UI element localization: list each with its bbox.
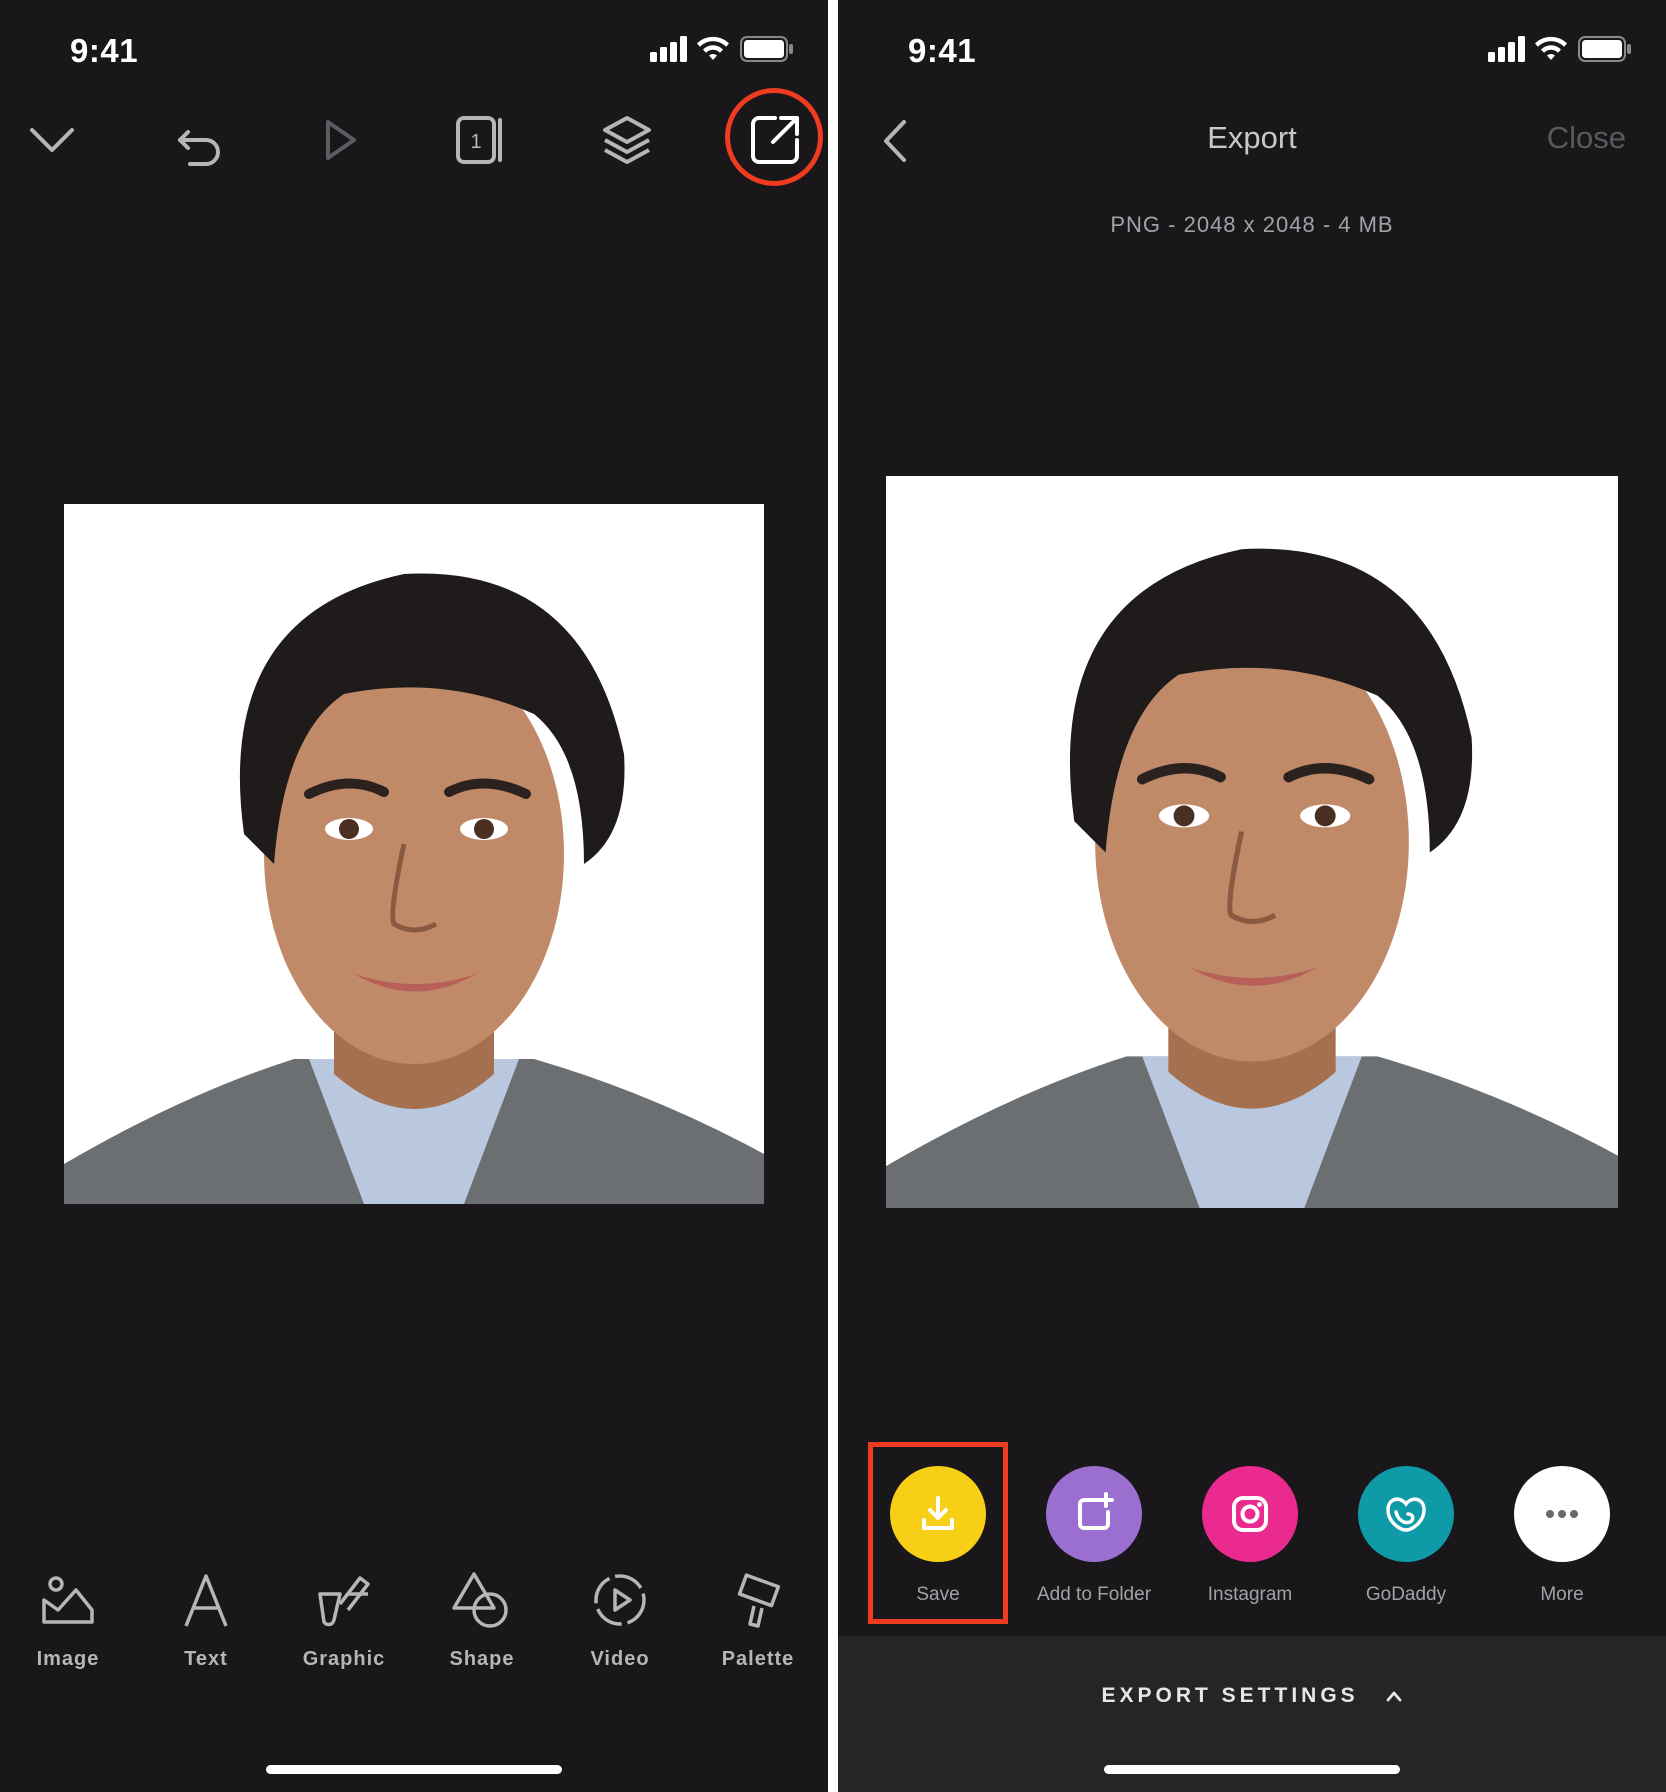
share-label: Instagram <box>1207 1584 1293 1605</box>
instagram-circle <box>1202 1466 1298 1562</box>
tool-label: Image <box>36 1648 100 1670</box>
status-icons <box>1488 36 1638 64</box>
home-indicator[interactable] <box>1104 1765 1400 1774</box>
share-label: More <box>1540 1584 1584 1605</box>
tool-label: Graphic <box>302 1648 386 1670</box>
status-time: 9:41 <box>70 32 139 69</box>
godaddy-circle <box>1358 1466 1454 1562</box>
image-icon <box>42 1576 94 1624</box>
add-folder-circle <box>1046 1466 1142 1562</box>
export-file-info: PNG - 2048 x 2048 - 4 MB <box>1110 212 1394 237</box>
export-settings-toggle[interactable]: EXPORT SETTINGS <box>838 1684 1666 1708</box>
tool-label: Text <box>184 1648 228 1670</box>
export-settings-bar[interactable]: EXPORT SETTINGS <box>838 1636 1666 1792</box>
palette-icon <box>737 1573 781 1628</box>
save-highlight-box <box>868 1442 1008 1624</box>
tool-palette[interactable]: Palette <box>698 1570 818 1671</box>
tool-image[interactable]: Image <box>8 1570 128 1671</box>
more-circle <box>1514 1466 1610 1562</box>
tool-graphic[interactable]: Graphic <box>284 1570 404 1671</box>
export-screen: 9:41 Export Close PNG - 2048 x 2048 - 4 … <box>838 0 1666 1792</box>
page-title: Export <box>1207 120 1297 155</box>
status-time: 9:41 <box>908 32 977 69</box>
battery-icon <box>740 36 793 62</box>
canvas-photo[interactable] <box>64 504 764 1204</box>
chevron-up-icon <box>1386 1692 1401 1702</box>
portrait-image <box>64 504 764 1204</box>
shape-icon <box>452 1572 508 1628</box>
share-instagram-button[interactable]: Instagram <box>1180 1466 1320 1606</box>
wifi-icon <box>1535 36 1567 60</box>
tool-text[interactable]: Text <box>146 1570 266 1671</box>
share-label: GoDaddy <box>1365 1584 1447 1605</box>
status-icons <box>650 36 800 64</box>
more-icon <box>1546 1510 1578 1518</box>
battery-icon <box>1578 36 1631 62</box>
export-highlight-circle <box>725 88 823 186</box>
share-add-to-folder-button[interactable]: Add to Folder <box>1024 1466 1164 1606</box>
tool-label: Video <box>590 1648 650 1670</box>
tool-label: Shape <box>449 1648 515 1670</box>
text-icon <box>184 1574 228 1627</box>
share-label: Add to Folder <box>1036 1584 1152 1605</box>
home-indicator[interactable] <box>266 1765 562 1774</box>
play-icon[interactable] <box>310 112 370 168</box>
share-godaddy-button[interactable]: GoDaddy <box>1336 1466 1476 1606</box>
wifi-icon <box>697 36 729 60</box>
pages-count: 1 <box>470 131 481 153</box>
tool-label: Palette <box>721 1648 795 1670</box>
export-settings-label: EXPORT SETTINGS <box>1101 1684 1359 1707</box>
signal-icon <box>650 36 687 62</box>
editor-screen: 9:41 1 Image Text Graphic Shape Video Pa… <box>0 0 828 1792</box>
pages-icon[interactable]: 1 <box>450 112 510 168</box>
layers-icon[interactable] <box>597 112 657 168</box>
export-preview <box>886 476 1618 1208</box>
video-icon <box>594 1574 646 1626</box>
portrait-image <box>886 476 1618 1208</box>
tool-video[interactable]: Video <box>560 1570 680 1671</box>
share-more-button[interactable]: More <box>1492 1466 1632 1606</box>
graphic-icon <box>318 1576 370 1627</box>
signal-icon <box>1488 36 1525 62</box>
undo-icon[interactable] <box>170 112 230 168</box>
godaddy-icon <box>1386 1497 1426 1532</box>
instagram-icon <box>1232 1496 1268 1532</box>
tool-shape[interactable]: Shape <box>422 1570 542 1671</box>
chevron-down-icon[interactable] <box>22 112 82 168</box>
close-button[interactable]: Close <box>1547 120 1626 156</box>
add-folder-icon <box>1078 1492 1114 1530</box>
